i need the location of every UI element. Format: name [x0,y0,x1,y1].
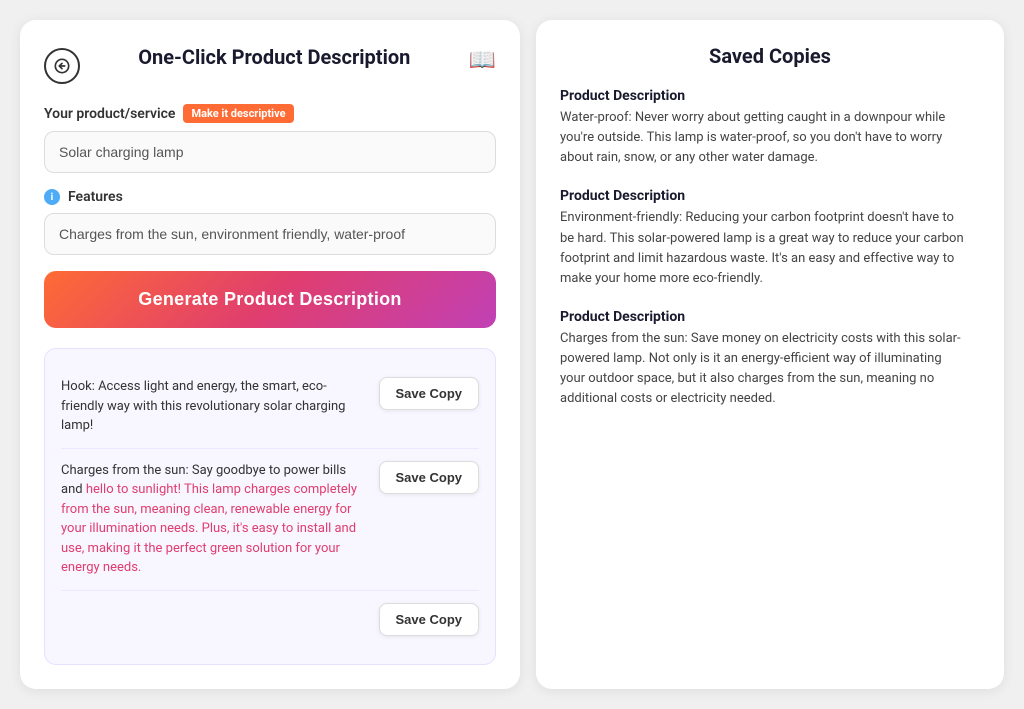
saved-item-text-1: Water-proof: Never worry about getting c… [560,108,968,168]
make-it-badge[interactable]: Make it descriptive [183,104,293,123]
saved-item-3: Product Description Charges from the sun… [560,309,980,410]
saved-item-title-2: Product Description [560,188,968,204]
saved-item-text-2: Environment-friendly: Reducing your carb… [560,208,968,289]
features-label: i Features [44,189,496,205]
page-title: One-Click Product Description [92,44,457,70]
saved-item-content-1: Product Description Water-proof: Never w… [560,88,968,168]
book-icon: 📖 [469,48,496,73]
saved-item-text-3: Charges from the sun: Save money on elec… [560,329,968,410]
saved-item-1: Product Description Water-proof: Never w… [560,88,980,168]
saved-copies-title: Saved Copies [560,44,980,68]
saved-item-title-3: Product Description [560,309,968,325]
copy-item-1: Hook: Access light and energy, the smart… [61,365,479,449]
save-copy-button-3[interactable]: Save Copy [379,603,479,636]
back-button[interactable] [44,48,80,84]
copy-item-2: Charges from the sun: Say goodbye to pow… [61,449,479,591]
saved-item-title-1: Product Description [560,88,968,104]
saved-item-content-2: Product Description Environment-friendly… [560,188,968,289]
save-copy-button-2[interactable]: Save Copy [379,461,479,494]
product-input[interactable] [44,131,496,173]
save-copy-button-1[interactable]: Save Copy [379,377,479,410]
copy-item-3: Save Copy [61,591,479,648]
left-panel: One-Click Product Description 📖 Your pro… [20,20,520,689]
saved-item-2: Product Description Environment-friendly… [560,188,980,289]
title-area: One-Click Product Description [92,44,457,70]
saved-item-content-3: Product Description Charges from the sun… [560,309,968,410]
generate-button[interactable]: Generate Product Description [44,271,496,328]
info-icon: i [44,189,60,205]
right-panel: Saved Copies Product Description Water-p… [536,20,1004,689]
features-input[interactable] [44,213,496,255]
product-label: Your product/service Make it descriptive [44,104,496,123]
generated-copies: Hook: Access light and energy, the smart… [44,348,496,665]
copy-text-1: Hook: Access light and energy, the smart… [61,377,367,436]
copy-text-2: Charges from the sun: Say goodbye to pow… [61,461,367,578]
left-header: One-Click Product Description 📖 [44,44,496,84]
